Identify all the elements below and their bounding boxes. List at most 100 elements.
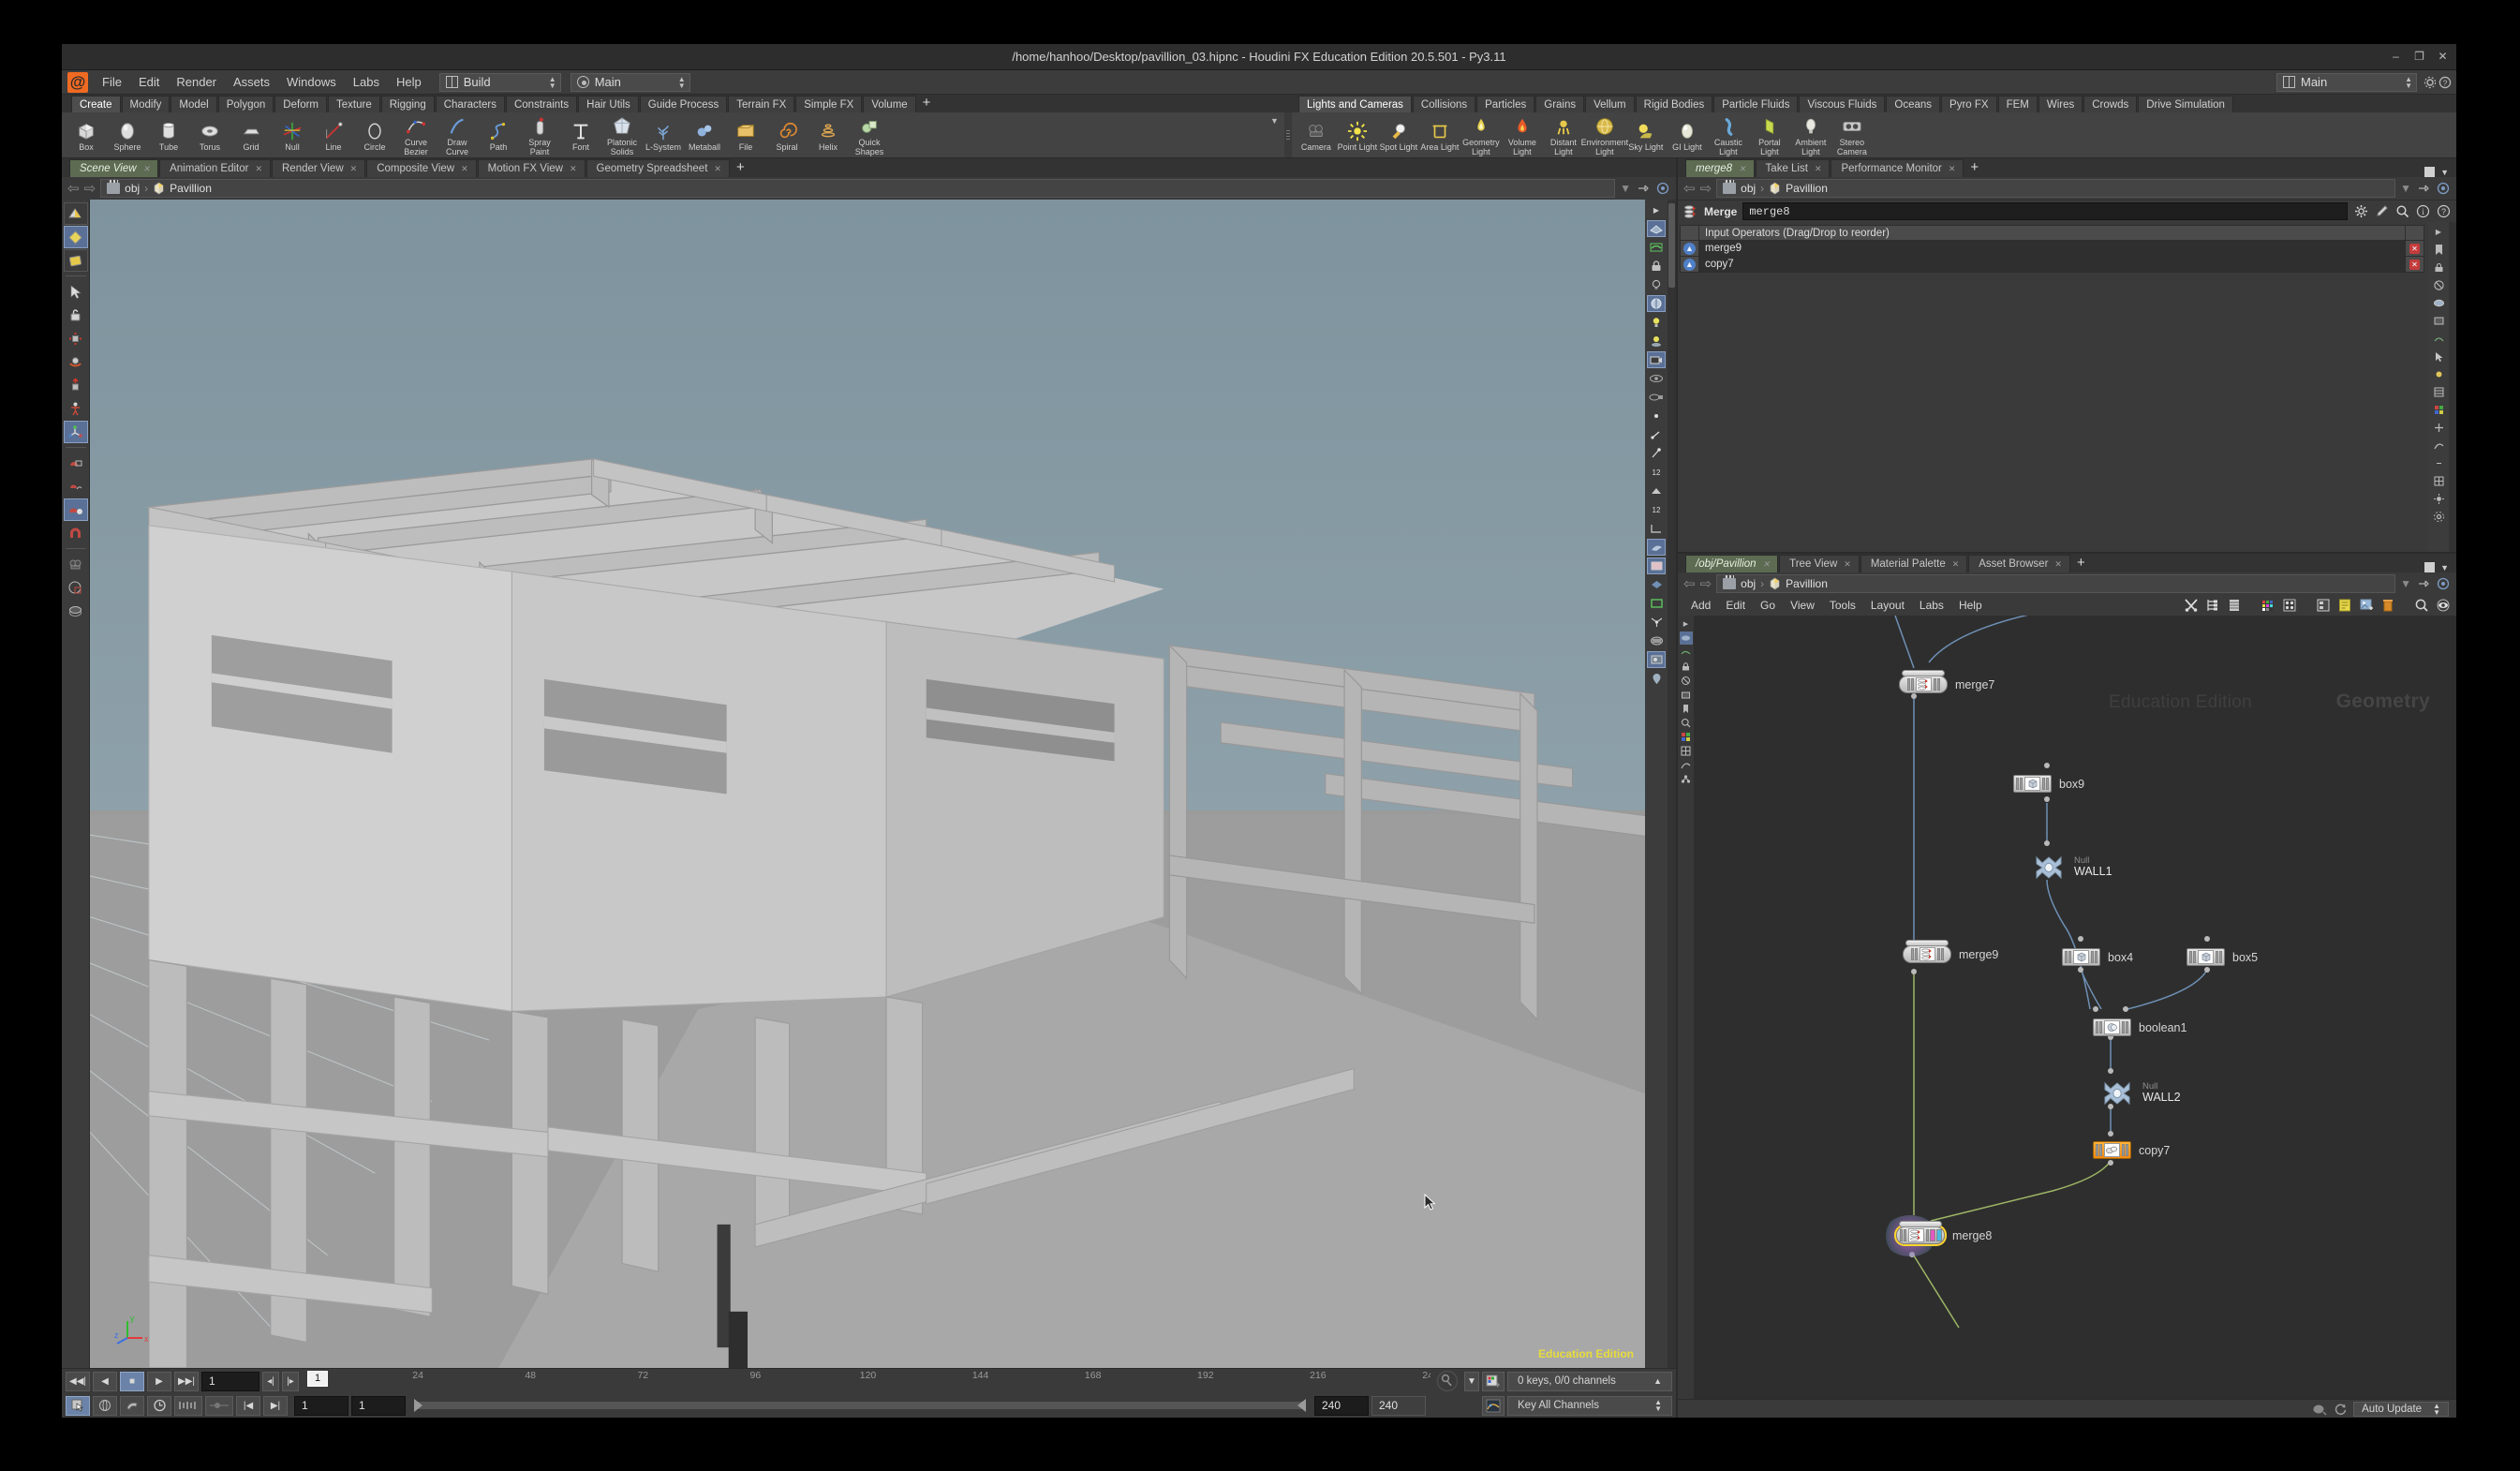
breadcrumb-node[interactable]: Pavillion	[1786, 577, 1828, 590]
search-icon[interactable]	[2414, 598, 2429, 613]
shelf-tab-oceans[interactable]: Oceans	[1886, 96, 1941, 112]
vector-display-icon[interactable]	[1647, 445, 1666, 462]
tab-geometry-spreadsheet[interactable]: Geometry Spreadsheet ✕	[586, 159, 730, 177]
back-arrow-icon[interactable]: ⇦	[1683, 575, 1696, 592]
close-icon[interactable]: ✕	[2409, 243, 2420, 254]
target-view-icon[interactable]	[1655, 181, 1670, 196]
shelf-tab-terrain-fx[interactable]: Terrain FX	[728, 96, 795, 112]
breadcrumb-root[interactable]: obj	[125, 182, 140, 195]
node-flag[interactable]	[1899, 1229, 1903, 1241]
shelf-tab-rigging[interactable]: Rigging	[380, 96, 435, 112]
prev-key-button[interactable]: ◂|	[262, 1371, 279, 1391]
tab-take-list[interactable]: Take List ✕	[1755, 159, 1831, 177]
target-view-icon[interactable]	[2436, 576, 2451, 591]
close-icon[interactable]: ✕	[461, 160, 468, 178]
pane-maximize-icon[interactable]	[2424, 562, 2436, 572]
shelf-tool-geometry-light[interactable]: Geometry Light	[1460, 113, 1502, 156]
add-tab-button[interactable]: +	[731, 158, 752, 177]
path-dropdown-icon[interactable]: ▼	[2400, 577, 2411, 590]
tab-scene-view[interactable]: Scene View ✕	[69, 159, 159, 177]
shelf-tab-modify[interactable]: Modify	[121, 96, 170, 112]
color-palette-icon[interactable]	[2261, 598, 2275, 613]
breadcrumb-root[interactable]: obj	[1741, 577, 1756, 590]
shelf-tab-characters[interactable]: Characters	[435, 96, 505, 112]
node-flag[interactable]	[2216, 951, 2218, 963]
scroll-up-icon[interactable]: ▶	[1647, 201, 1666, 218]
target-view-icon[interactable]	[2436, 181, 2451, 196]
breadcrumb-node[interactable]: Pavillion	[170, 182, 212, 195]
range-start-global-field[interactable]: 1	[351, 1395, 406, 1416]
param-render-icon[interactable]	[2430, 313, 2447, 329]
param-bookmark-icon[interactable]	[2430, 242, 2447, 258]
shelf-tool-point-light[interactable]: Point Light	[1337, 118, 1378, 153]
network-path-field[interactable]: obj › Pavillion	[1716, 574, 2396, 593]
pin-icon[interactable]	[1636, 181, 1651, 196]
point-numbers-icon[interactable]: 12	[1647, 464, 1666, 481]
pane-menu-chevron-icon[interactable]: ▼	[2440, 168, 2449, 177]
network-node-box5[interactable]: box5	[2186, 948, 2258, 966]
network-node-wall1[interactable]: Null WALL1	[2029, 851, 2112, 884]
current-frame-field[interactable]: 1	[201, 1371, 259, 1391]
menu-labs[interactable]: Labs	[345, 73, 388, 91]
node-flag[interactable]	[1936, 948, 1940, 960]
display-flag-icon[interactable]	[2436, 598, 2451, 613]
node-flag[interactable]	[1936, 678, 1940, 691]
tab-animation-editor[interactable]: Animation Editor ✕	[159, 159, 271, 177]
shelf-tool-torus[interactable]: Torus	[189, 118, 230, 153]
close-icon[interactable]: ✕	[1952, 556, 1960, 573]
close-icon[interactable]: ✕	[570, 160, 577, 178]
shelf-tool-sphere[interactable]: Sphere	[107, 118, 148, 153]
material-mode-icon[interactable]	[63, 249, 88, 272]
snap-grid-icon[interactable]	[64, 452, 88, 474]
shelf-tab-particles[interactable]: Particles	[1476, 96, 1535, 112]
display-options-icon[interactable]	[64, 600, 88, 622]
input-operator-name[interactable]: merge9	[1699, 241, 2405, 256]
param-link-icon[interactable]	[2430, 455, 2447, 471]
param-grid-icon[interactable]	[2430, 473, 2447, 489]
pane-menu-chevron-icon[interactable]: ▼	[2440, 563, 2449, 572]
up-arrow-icon[interactable]: ▲	[1683, 258, 1696, 271]
help-circle-icon[interactable]: ?	[2436, 204, 2451, 219]
network-menu-help[interactable]: Help	[1951, 597, 1990, 614]
range-start-field[interactable]: 1	[294, 1395, 348, 1416]
shelf-tool-platonic-solids[interactable]: Platonic Solids	[601, 113, 643, 156]
list-icon[interactable]	[2227, 598, 2242, 613]
snap-frames-button[interactable]	[174, 1395, 202, 1416]
display-geometry-icon[interactable]	[1647, 220, 1666, 237]
node-flag[interactable]	[1940, 948, 1944, 960]
param-node-icon[interactable]	[2430, 491, 2447, 507]
arrow-select-icon[interactable]	[64, 280, 88, 303]
forward-arrow-icon[interactable]: ⇨	[1700, 575, 1712, 592]
tab-asset-browser[interactable]: Asset Browser ✕	[1968, 555, 2070, 572]
right-shelf-selector[interactable]: Main ▲ ▼	[2276, 72, 2417, 92]
shelf-tool-path[interactable]: Path	[478, 118, 519, 153]
pose-tool-icon[interactable]	[64, 397, 88, 420]
close-icon[interactable]: ✕	[255, 160, 262, 178]
network-menu-labs[interactable]: Labs	[1912, 597, 1951, 614]
viewport-layout-icon[interactable]	[64, 576, 88, 599]
timeline-ruler[interactable]: 24 48 72 96 120 144 168 192 216 240 1	[305, 1370, 1430, 1392]
tab-performance-monitor[interactable]: Performance Monitor ✕	[1831, 159, 1964, 177]
pane-maximize-icon[interactable]	[2424, 167, 2436, 177]
refresh-icon[interactable]	[2333, 1402, 2348, 1417]
network-grid-icon[interactable]	[1680, 744, 1693, 757]
scale-tool-icon[interactable]	[64, 374, 88, 396]
step-back-button[interactable]: ◀	[93, 1371, 117, 1391]
forward-arrow-icon[interactable]: ⇨	[1700, 180, 1712, 197]
tree-layout-icon[interactable]	[2205, 598, 2220, 613]
transform-gizmo-icon[interactable]	[63, 421, 88, 443]
network-dependency-icon[interactable]	[1680, 772, 1693, 785]
breadcrumb-node[interactable]: Pavillion	[1786, 182, 1828, 195]
node-flag[interactable]	[2122, 1144, 2125, 1156]
node-flag[interactable]	[2046, 778, 2049, 790]
node-flag[interactable]	[2126, 1021, 2128, 1033]
node-flag[interactable]	[1910, 948, 1914, 960]
node-body[interactable]	[2013, 775, 2052, 793]
shelf-tool-spot-light[interactable]: Spot Light	[1378, 118, 1419, 153]
node-flag[interactable]	[2091, 951, 2094, 963]
input-operator-row[interactable]: ▲ merge9 ✕	[1680, 241, 2424, 257]
back-arrow-icon[interactable]: ⇦	[67, 180, 80, 197]
node-flag[interactable]	[2020, 778, 2023, 790]
shelf-tool-camera[interactable]: Camera	[1296, 118, 1337, 153]
network-snapshot-icon[interactable]	[1680, 688, 1693, 701]
